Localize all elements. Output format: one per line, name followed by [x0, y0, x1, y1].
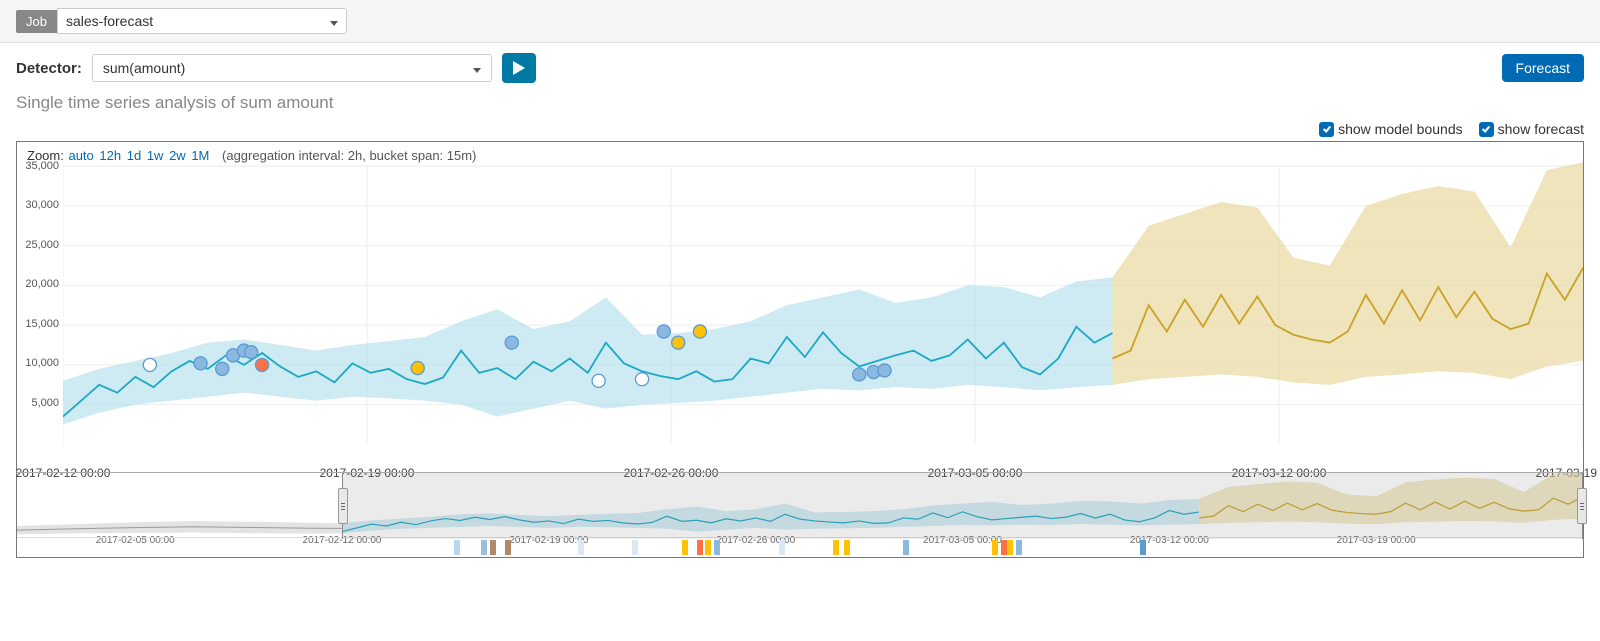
swim-cell: [505, 540, 511, 555]
y-tick: 30,000: [25, 199, 59, 211]
overview-selection[interactable]: [342, 473, 1583, 539]
swim-cell: [1016, 540, 1022, 555]
chart-container: Zoom: auto 12h 1d 1w 2w 1M (aggregation …: [0, 141, 1600, 564]
overview-right-handle[interactable]: [1577, 488, 1587, 524]
checkbox-checked-icon: [1479, 122, 1494, 137]
swim-cell: [632, 540, 638, 555]
zoom-label: Zoom:: [27, 148, 64, 163]
zoom-option-1d[interactable]: 1d: [127, 148, 141, 163]
job-badge: Job: [16, 10, 57, 33]
checkbox-label: show forecast: [1498, 121, 1584, 137]
zoom-option-12h[interactable]: 12h: [99, 148, 121, 163]
swim-cell: [714, 540, 720, 555]
forecast-button[interactable]: Forecast: [1502, 54, 1584, 82]
swim-cell: [992, 540, 998, 555]
job-select[interactable]: sales-forecast: [57, 8, 347, 34]
main-plot-svg: [63, 142, 1583, 475]
chart-border: Zoom: auto 12h 1d 1w 2w 1M (aggregation …: [16, 141, 1584, 558]
play-icon: [513, 61, 525, 75]
swim-cell: [833, 540, 839, 555]
top-bar: Job sales-forecast: [0, 0, 1600, 43]
zoom-option-1w[interactable]: 1w: [147, 148, 164, 163]
swim-cell: [705, 540, 711, 555]
checkbox-checked-icon: [1319, 122, 1334, 137]
detector-select-value: sum(amount): [103, 60, 185, 76]
zoom-option-2w[interactable]: 2w: [169, 148, 186, 163]
swim-cell: [578, 540, 584, 555]
show-model-bounds-checkbox[interactable]: show model bounds: [1319, 121, 1463, 137]
swim-cell: [903, 540, 909, 555]
zoom-option-auto[interactable]: auto: [68, 148, 93, 163]
y-tick: 25,000: [25, 239, 59, 251]
overview-left-handle[interactable]: [338, 488, 348, 524]
detector-label: Detector:: [16, 60, 82, 77]
y-tick: 20,000: [25, 278, 59, 290]
swim-cell: [682, 540, 688, 555]
options-row: show model bounds show forecast: [0, 121, 1600, 141]
swim-cell: [697, 540, 703, 555]
play-button[interactable]: [502, 53, 536, 83]
swim-cell: [490, 540, 496, 555]
aggregation-note: (aggregation interval: 2h, bucket span: …: [222, 148, 476, 163]
swim-lane: [17, 537, 1583, 557]
controls-row: Detector: sum(amount) Forecast: [0, 43, 1600, 89]
swim-cell: [481, 540, 487, 555]
zoom-bar: Zoom: auto 12h 1d 1w 2w 1M (aggregation …: [27, 148, 476, 163]
chevron-down-icon: [467, 60, 481, 76]
swim-cell: [779, 540, 785, 555]
show-forecast-checkbox[interactable]: show forecast: [1479, 121, 1584, 137]
y-tick: 5,000: [31, 397, 59, 409]
swim-cell: [1007, 540, 1013, 555]
y-tick: 10,000: [25, 357, 59, 369]
swim-cell: [454, 540, 460, 555]
detector-select[interactable]: sum(amount): [92, 54, 492, 82]
overview-chart[interactable]: 2017-02-05 00:002017-02-12 00:002017-02-…: [17, 472, 1583, 557]
y-tick: 15,000: [25, 318, 59, 330]
job-select-value: sales-forecast: [66, 13, 153, 29]
main-chart[interactable]: 5,00010,00015,00020,00025,00030,00035,00…: [63, 142, 1583, 472]
checkbox-label: show model bounds: [1338, 121, 1463, 137]
chevron-down-icon: [324, 13, 338, 29]
swim-cell: [844, 540, 850, 555]
swim-cell: [1140, 540, 1146, 555]
zoom-option-1M[interactable]: 1M: [191, 148, 209, 163]
chart-subtitle: Single time series analysis of sum amoun…: [0, 89, 1600, 121]
y-axis-ticks: 5,00010,00015,00020,00025,00030,00035,00…: [19, 142, 61, 442]
